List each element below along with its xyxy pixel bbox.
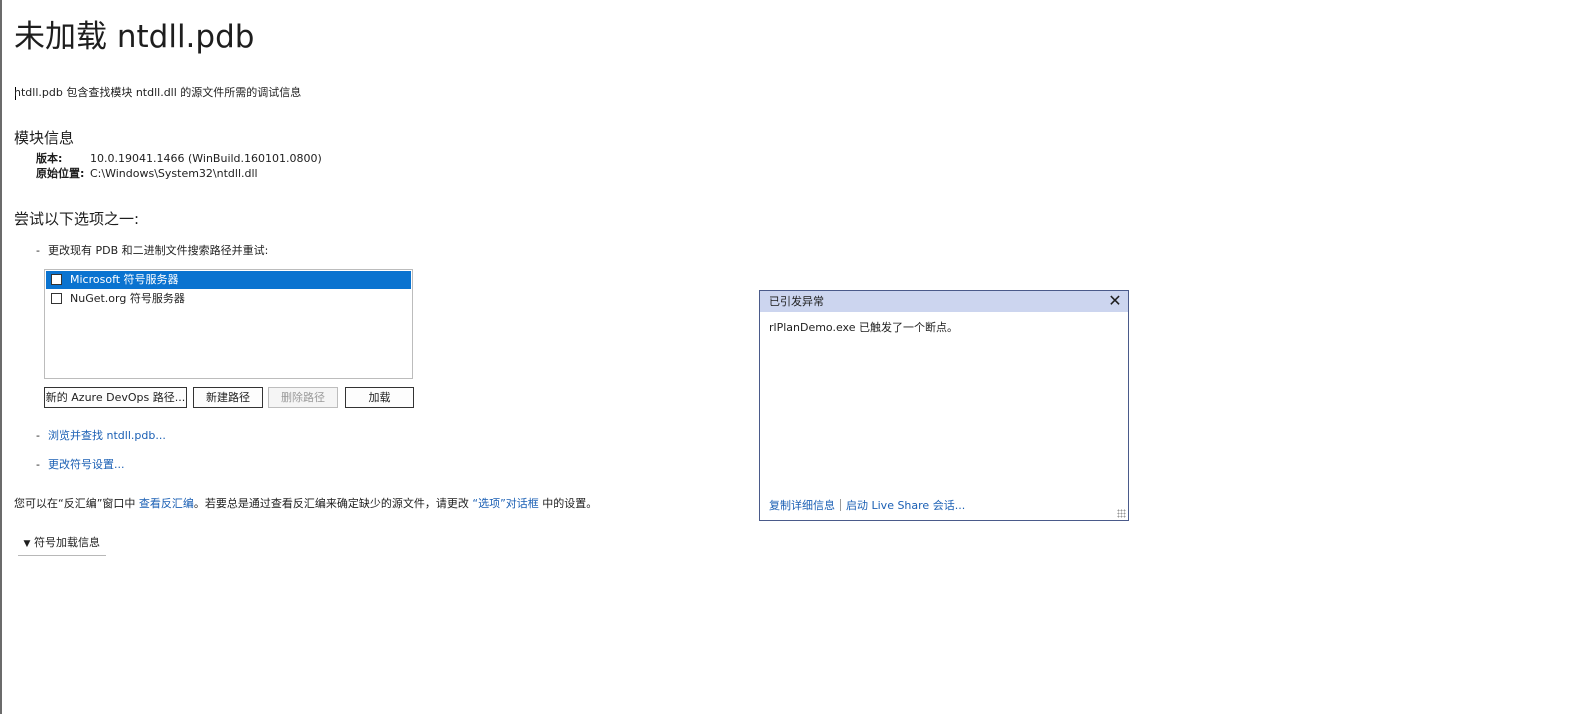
bullet-dash: - [36,429,40,442]
path-checkbox-microsoft[interactable] [51,274,62,285]
symbol-settings-link[interactable]: 更改符号设置... [48,458,125,471]
try-options-heading: 尝试以下选项之一: [14,210,140,228]
note-text-3: 中的设置。 [538,497,598,510]
page-title: 未加载 ntdll.pdb [14,19,255,55]
change-paths-text: 更改现有 PDB 和二进制文件搜索路径并重试: [48,244,269,257]
location-value: C:\Windows\System32\ntdll.dll [90,167,258,180]
symbol-path-list[interactable]: Microsoft 符号服务器 NuGet.org 符号服务器 [44,269,413,379]
new-path-button[interactable]: 新建路径 [193,387,263,408]
pdb-not-loaded-page: 未加载 ntdll.pdb ntdll.pdb 包含查找模块 ntdll.dll… [0,0,1590,714]
version-value: 10.0.19041.1466 (WinBuild.160101.0800) [90,152,322,165]
module-info-heading: 模块信息 [14,129,75,147]
load-button[interactable]: 加载 [345,387,414,408]
link-separator [840,499,841,511]
exception-popup-title: 已引发异常 [769,295,824,308]
chevron-down-icon: ▼ [23,539,31,549]
location-key: 原始位置: [36,167,85,180]
view-disassembly-link[interactable]: 查看反汇编 [139,497,194,510]
module-version-row: 版本: 10.0.19041.1466 (WinBuild.160101.0800… [36,151,322,166]
browse-row: - 浏览并查找 ntdll.pdb... [36,428,166,444]
exception-popup-header: 已引发异常 ✕ [760,291,1128,312]
symbol-settings-row: - 更改符号设置... [36,457,125,473]
symbol-load-info-expander[interactable]: ▼ 符号加载信息 [18,534,106,556]
options-dialog-link[interactable]: “选项”对话框 [472,497,538,510]
version-key: 版本: [36,152,63,165]
path-item-nuget[interactable]: NuGet.org 符号服务器 [46,290,411,308]
path-label-microsoft: Microsoft 符号服务器 [70,273,179,286]
bullet-dash: - [36,244,40,257]
new-azure-devops-path-button[interactable]: 新的 Azure DevOps 路径... [44,387,187,408]
path-item-microsoft[interactable]: Microsoft 符号服务器 [46,271,411,289]
path-checkbox-nuget[interactable] [51,293,62,304]
exception-popup-footer: 复制详细信息 启动 Live Share 会话... [769,498,965,514]
close-icon[interactable]: ✕ [1106,292,1124,310]
copy-details-link[interactable]: 复制详细信息 [769,499,835,512]
change-paths-label: - 更改现有 PDB 和二进制文件搜索路径并重试: [36,243,268,259]
delete-path-button[interactable]: 删除路径 [268,387,338,408]
browse-pdb-link[interactable]: 浏览并查找 ntdll.pdb... [48,429,166,442]
note-text-2: 。若要总是通过查看反汇编来确定缺少的源文件，请更改 [193,497,473,510]
page-description: ntdll.pdb 包含查找模块 ntdll.dll 的源文件所需的调试信息 [14,86,302,99]
exception-message: rlPlanDemo.exe 已触发了一个断点。 [769,321,958,334]
path-label-nuget: NuGet.org 符号服务器 [70,292,185,305]
module-location-row: 原始位置: C:\Windows\System32\ntdll.dll [36,166,258,181]
start-live-share-link[interactable]: 启动 Live Share 会话... [846,499,965,512]
exception-popup: 已引发异常 ✕ rlPlanDemo.exe 已触发了一个断点。 复制详细信息启… [759,290,1129,521]
note-text-1: 您可以在“反汇编”窗口中 [14,497,139,510]
disassembly-note: 您可以在“反汇编”窗口中 查看反汇编。若要总是通过查看反汇编来确定缺少的源文件，… [14,496,597,512]
resize-grip-icon[interactable] [1117,509,1126,518]
symbol-load-info-label: 符号加载信息 [34,536,100,549]
bullet-dash: - [36,458,40,471]
